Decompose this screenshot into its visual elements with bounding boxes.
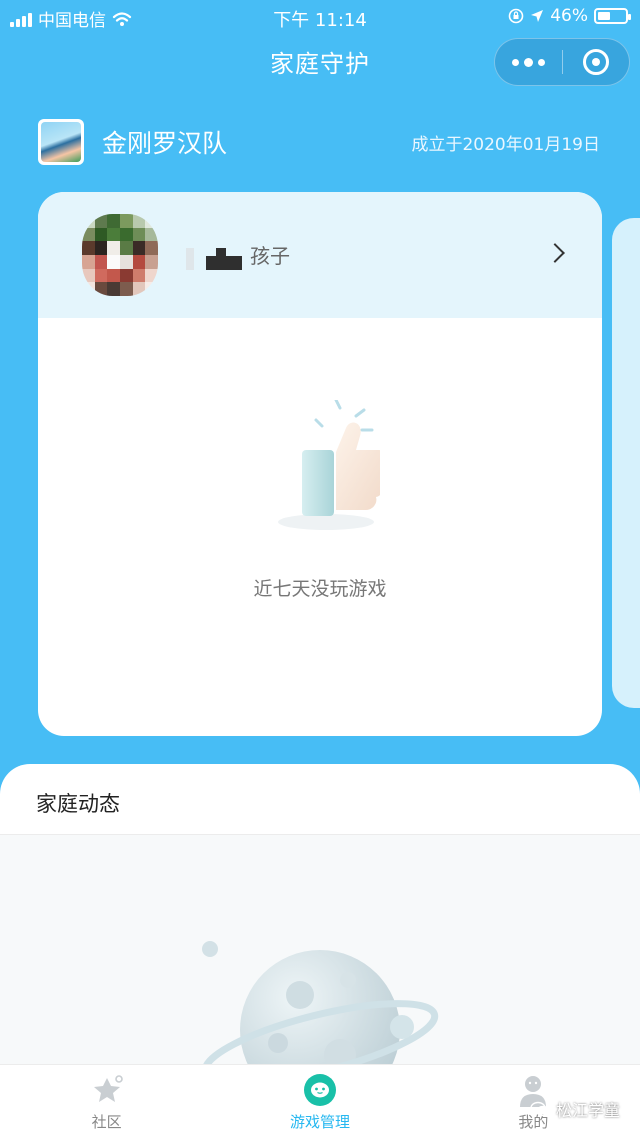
thumbs-up-icon <box>278 400 380 530</box>
family-dynamics-section: 家庭动态 <box>0 764 640 1064</box>
status-bar: 中国电信 下午 11:14 46% <box>0 0 640 34</box>
dynamics-body <box>0 835 640 1064</box>
tab-label: 游戏管理 <box>289 1113 350 1131</box>
child-name-redacted <box>186 248 242 270</box>
game-manage-icon <box>302 1073 338 1107</box>
mini-program-capsule <box>494 38 630 86</box>
tab-label: 社区 <box>91 1113 122 1131</box>
close-mini-program-icon[interactable] <box>563 39 629 85</box>
family-name: 金刚罗汉队 <box>102 129 228 158</box>
location-icon <box>531 10 544 22</box>
child-role-label: 孩子 <box>250 244 290 268</box>
status-right: 46% <box>508 6 631 26</box>
chevron-right-icon[interactable] <box>545 243 565 263</box>
battery-fill <box>598 12 610 20</box>
empty-state-message: 近七天没玩游戏 <box>253 578 387 600</box>
battery-percent: 46% <box>550 6 588 26</box>
watermark: 松江学童 <box>530 1097 620 1121</box>
community-star-icon <box>89 1073 125 1107</box>
child-card-header[interactable]: 孩子 <box>38 192 602 318</box>
next-child-card-peek[interactable] <box>612 218 640 708</box>
tab-game-management[interactable]: 游戏管理 <box>213 1065 426 1138</box>
child-card: 孩子 近七天没玩游戏 <box>38 192 602 736</box>
family-founded-date: 成立于2020年01月19日 <box>411 134 600 155</box>
watermark-text: 松江学童 <box>555 1101 620 1120</box>
dynamics-title: 家庭动态 <box>36 792 120 816</box>
child-avatar <box>82 214 158 296</box>
more-icon[interactable] <box>495 39 562 85</box>
battery-icon <box>594 8 631 24</box>
family-avatar <box>38 119 84 165</box>
wechat-icon <box>530 1101 550 1117</box>
family-header: 金刚罗汉队 成立于2020年01月19日 <box>38 118 600 166</box>
rotation-lock-icon <box>508 8 524 24</box>
planet-icon <box>201 941 439 1064</box>
tab-community[interactable]: 社区 <box>0 1065 213 1138</box>
